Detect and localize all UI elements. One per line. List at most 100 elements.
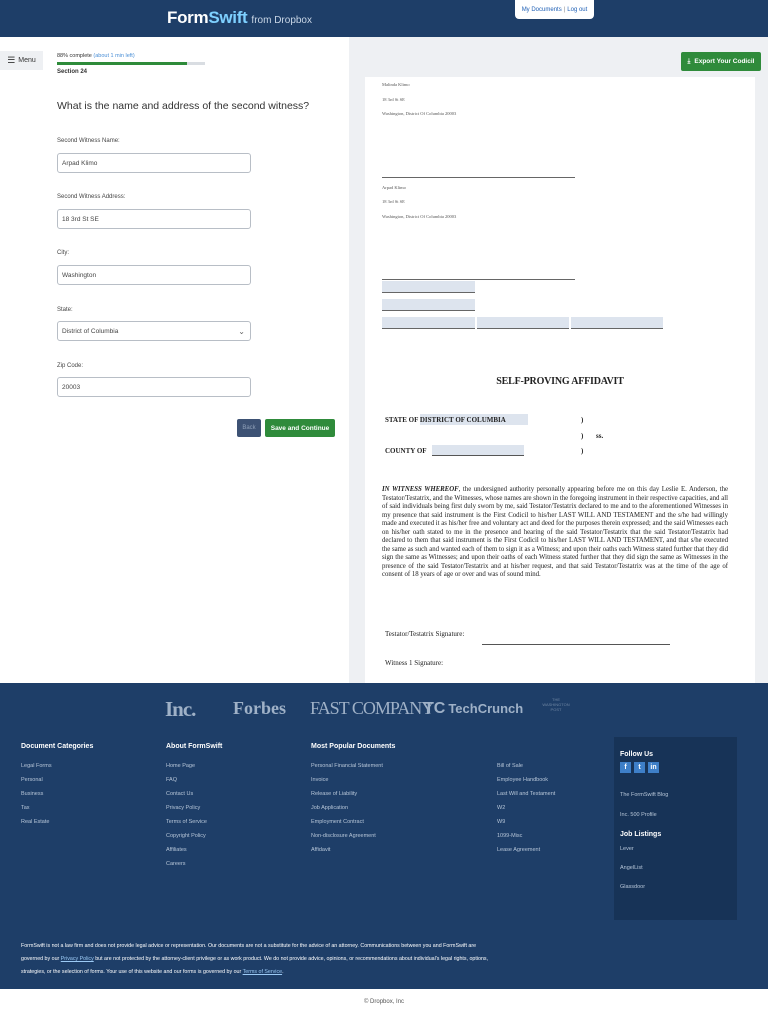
terms-of-service-link[interactable]: Terms of Service	[243, 969, 282, 975]
footer-link[interactable]: Affiliates	[166, 843, 222, 857]
footer-link[interactable]: Affidavit	[311, 843, 395, 857]
export-codicil-button[interactable]: ⤓ Export Your Codicil	[681, 52, 761, 71]
bracket-mark: )	[581, 432, 584, 440]
county-fill-field	[432, 445, 524, 456]
footer-link[interactable]: Lease Agreement	[497, 843, 555, 857]
document-categories-column: Document Categories Legal Forms Personal…	[21, 743, 93, 829]
footer-link[interactable]: AngelList	[620, 859, 731, 878]
footer-link[interactable]: Lever	[620, 840, 731, 859]
footer-link[interactable]: Invoice	[311, 773, 395, 787]
my-documents-link[interactable]: My Documents	[522, 7, 562, 13]
footer-link[interactable]: W9	[497, 815, 555, 829]
footer-link[interactable]: Bill of Sale	[497, 759, 555, 773]
follow-us-heading: Follow Us	[620, 751, 654, 758]
affidavit-lead: IN WITNESS WHEREOF	[382, 486, 459, 493]
footer-link[interactable]: 1099-Misc	[497, 829, 555, 843]
state-label: State:	[57, 307, 73, 313]
blank-fill-field	[382, 317, 475, 329]
blank-fill-field	[382, 299, 475, 311]
progress-bar	[57, 62, 205, 65]
footer-link[interactable]: Release of Liability	[311, 787, 395, 801]
document-page: Malinda Klimo 18 3rd St SE Washington, D…	[365, 77, 755, 683]
footer-link[interactable]: Careers	[166, 857, 222, 871]
witness1-city-text: Washington, District Of Columbia 20003	[382, 111, 457, 116]
signature-line	[482, 644, 670, 645]
witness2-city-text: Washington, District Of Columbia 20003	[382, 214, 457, 219]
washington-post-logo: THE WASHINGTON POST	[538, 697, 574, 712]
progress-bar-fill	[57, 62, 188, 65]
witness2-name-text: Arpad Klimo	[382, 185, 406, 190]
about-heading: About FormSwift	[166, 743, 223, 750]
footer-link[interactable]: Personal	[21, 773, 93, 787]
form-panel: ☰ Menu 88% complete (about 1 min left) S…	[0, 37, 349, 683]
state-select[interactable]: District of Columbia ⌄	[57, 321, 251, 341]
popular-documents-heading: Most Popular Documents	[311, 743, 396, 750]
zip-code-input[interactable]: 20003	[57, 377, 251, 397]
document-preview-panel[interactable]: ⤓ Export Your Codicil Malinda Klimo 18 3…	[349, 37, 768, 683]
footer-link[interactable]: Business	[21, 787, 93, 801]
logout-link[interactable]: Log out	[567, 7, 587, 13]
save-and-continue-button[interactable]: Save and Continue	[265, 419, 335, 437]
back-button[interactable]: Back	[237, 419, 261, 437]
formswift-logo[interactable]: FormSwift from Dropbox	[167, 8, 312, 28]
legal-disclaimer: FormSwift is not a law firm and does not…	[21, 940, 491, 979]
footer-link[interactable]: Inc. 500 Profile	[620, 805, 731, 825]
twitter-icon[interactable]: t	[634, 762, 645, 773]
techcrunch-logo: TC TechCrunch	[424, 700, 523, 718]
document-categories-heading: Document Categories	[21, 743, 94, 750]
footer-link[interactable]: Last Will and Testament	[497, 787, 555, 801]
about-column: About FormSwift Home Page FAQ Contact Us…	[166, 743, 222, 871]
footer-link[interactable]: Terms of Service	[166, 815, 222, 829]
signature-line	[382, 177, 575, 178]
inc-logo: Inc.	[165, 697, 196, 721]
bracket-mark: )	[581, 447, 584, 455]
menu-button[interactable]: ☰ Menu	[0, 51, 43, 70]
footer-link[interactable]: FAQ	[166, 773, 222, 787]
footer-link[interactable]: Employee Handbook	[497, 773, 555, 787]
progress-time-left: (about 1 min left)	[93, 53, 135, 59]
footer-link[interactable]: Tax	[21, 801, 93, 815]
progress-percent: 88% complete	[57, 53, 92, 59]
blank-fill-field	[571, 317, 663, 329]
techcrunch-mark: TC	[424, 700, 446, 717]
footer-link[interactable]: Job Application	[311, 801, 395, 815]
second-witness-name-input[interactable]: Arpad Klimo	[57, 153, 251, 173]
footer-link[interactable]: Glassdoor	[620, 878, 731, 897]
linkedin-icon[interactable]: in	[648, 762, 659, 773]
footer-link[interactable]: Home Page	[166, 759, 222, 773]
footer-link[interactable]: Legal Forms	[21, 759, 93, 773]
footer-link[interactable]: Employment Contract	[311, 815, 395, 829]
follow-us-panel: Follow Us f t in The FormSwift Blog Inc.…	[614, 737, 737, 920]
footer-link[interactable]: The FormSwift Blog	[620, 785, 731, 805]
footer-link[interactable]: Personal Financial Statement	[311, 759, 395, 773]
affidavit-text: , the undersigned authority personally a…	[382, 486, 728, 578]
zip-code-label: Zip Code:	[57, 363, 84, 369]
affidavit-body: IN WITNESS WHEREOF, the undersigned auth…	[382, 486, 728, 580]
job-listings-heading: Job Listings	[620, 831, 662, 838]
footer-link[interactable]: Real Estate	[21, 815, 93, 829]
footer-link[interactable]: Privacy Policy	[166, 801, 222, 815]
city-label: City:	[57, 250, 69, 256]
forbes-logo: Forbes	[233, 698, 286, 718]
footer-link[interactable]: Contact Us	[166, 787, 222, 801]
fast-company-logo: FAST COMPANY	[310, 698, 434, 718]
hamburger-icon: ☰	[7, 55, 16, 65]
facebook-icon[interactable]: f	[620, 762, 631, 773]
progress-status: 88% complete (about 1 min left)	[57, 53, 135, 59]
affidavit-title: SELF-PROVING AFFIDAVIT	[496, 376, 624, 387]
footer-link[interactable]: W2	[497, 801, 555, 815]
social-icons: f t in	[620, 762, 731, 773]
signature-line	[382, 279, 575, 280]
privacy-policy-link[interactable]: Privacy Policy	[61, 956, 94, 962]
site-footer: Inc. Forbes FAST COMPANY TC TechCrunch TH…	[0, 683, 768, 989]
copyright-text: © Dropbox, Inc	[363, 999, 405, 1005]
ss-mark: ss.	[596, 432, 604, 440]
footer-link[interactable]: Non-disclosure Agreement	[311, 829, 395, 843]
city-input[interactable]: Washington	[57, 265, 251, 285]
second-witness-address-input[interactable]: 18 3rd St SE	[57, 209, 251, 229]
logo-wordmark: FormSwift	[167, 8, 248, 27]
chevron-down-icon: ⌄	[238, 326, 245, 336]
legal-text: .	[282, 969, 284, 975]
footer-link[interactable]: Copyright Policy	[166, 829, 222, 843]
account-menu: My Documents | Log out	[515, 0, 594, 19]
